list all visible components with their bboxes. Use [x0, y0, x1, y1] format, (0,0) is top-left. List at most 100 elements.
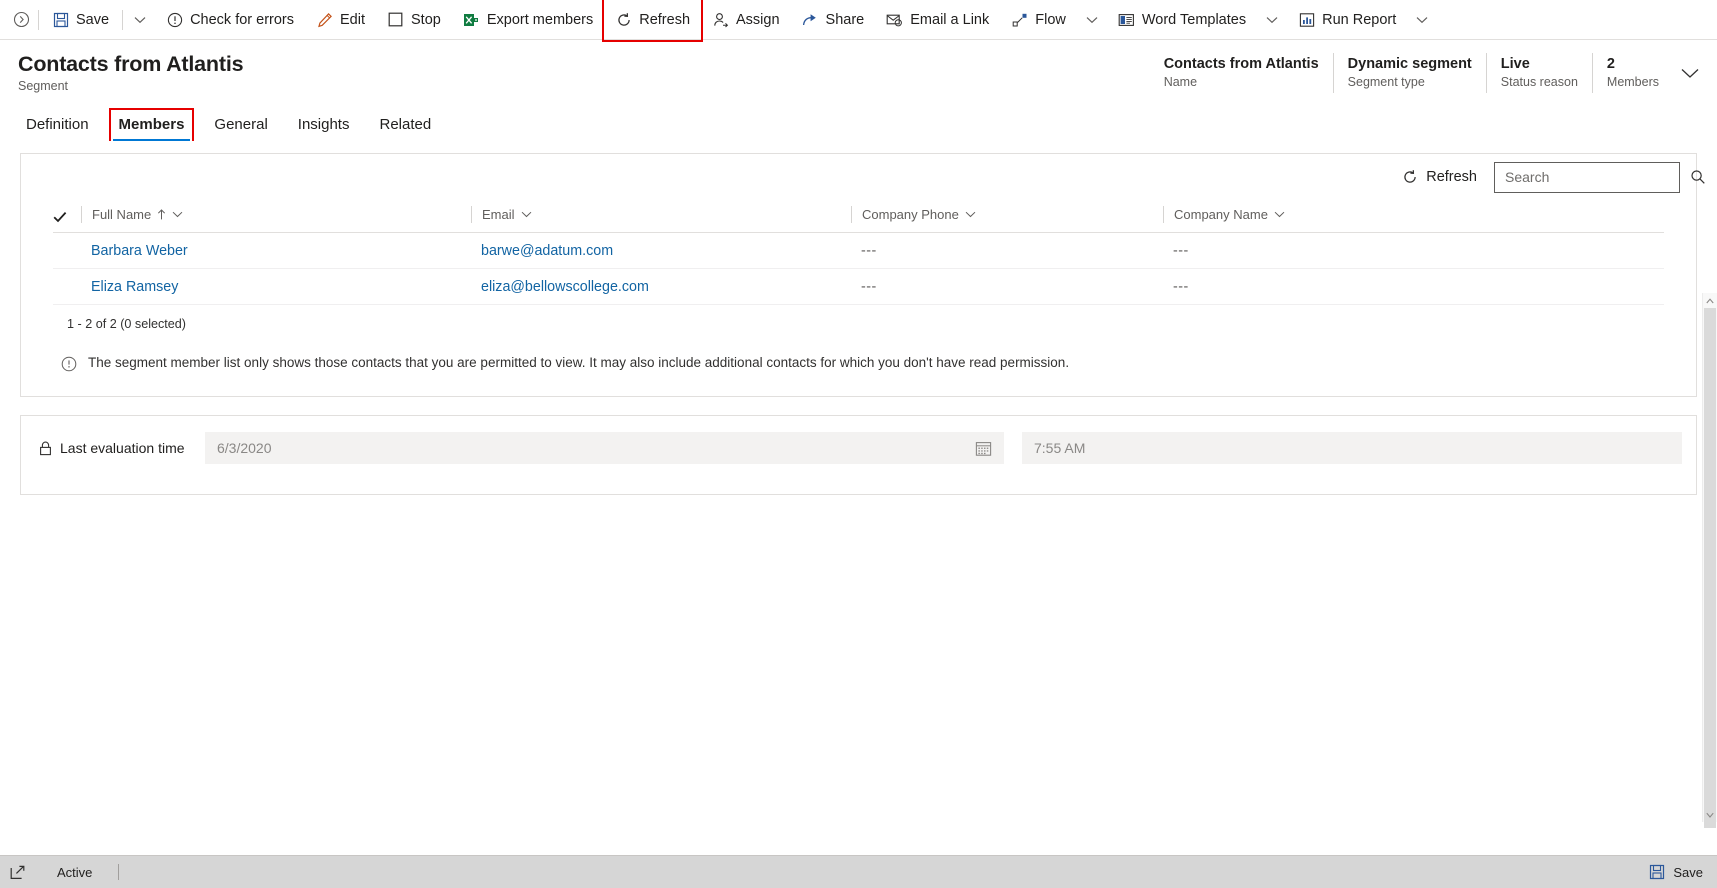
flow-chevron-down-icon[interactable]	[1077, 0, 1107, 40]
back-circle-icon[interactable]	[6, 0, 36, 40]
chevron-down-icon[interactable]	[172, 211, 183, 218]
tab-related[interactable]: Related	[371, 116, 439, 141]
email-link[interactable]: barwe@adatum.com	[471, 243, 613, 259]
tab-related-label: Related	[379, 116, 432, 133]
report-icon	[1298, 11, 1315, 28]
stop-label: Stop	[411, 11, 441, 28]
select-all-column[interactable]	[53, 200, 81, 233]
word-template-icon	[1118, 11, 1135, 28]
row-count-status: 1 - 2 of 2 (0 selected)	[67, 317, 187, 331]
pencil-icon	[316, 11, 333, 28]
page-subtitle: Segment	[18, 79, 69, 93]
email-a-link-button[interactable]: Email a Link	[875, 0, 1000, 40]
column-header-company-phone[interactable]: Company Phone	[851, 200, 1163, 233]
word-templates-label: Word Templates	[1141, 11, 1247, 28]
tab-insights-label: Insights	[297, 116, 350, 133]
tab-general-label: General	[214, 116, 268, 133]
popout-icon[interactable]	[10, 865, 27, 880]
share-icon	[802, 11, 819, 28]
scroll-up-arrow-icon[interactable]	[1703, 293, 1717, 308]
save-icon	[1649, 864, 1665, 880]
row-checkbox[interactable]	[53, 232, 81, 269]
last-evaluation-date-field[interactable]: 6/3/2020	[205, 432, 1004, 464]
excel-icon	[463, 11, 480, 28]
magnifier-icon[interactable]	[1690, 169, 1706, 185]
status-bar: Active Save	[0, 855, 1717, 888]
record-state: Active	[57, 864, 120, 880]
grid-refresh-label: Refresh	[1426, 169, 1477, 185]
search-box[interactable]	[1494, 161, 1705, 193]
status-bar-left: Active	[10, 864, 120, 880]
save-chevron-down-icon[interactable]	[125, 0, 155, 40]
scrollbar-thumb[interactable]	[1704, 308, 1716, 828]
page-title: Contacts from Atlantis	[18, 52, 244, 76]
grid-toolbar: Refresh	[21, 154, 1705, 200]
search-input[interactable]	[1505, 169, 1686, 185]
header-field-status-reason-label: Status reason	[1500, 75, 1578, 89]
header-field-segment-type: Dynamic segment Segment type	[1332, 53, 1486, 93]
record-state-label: Active	[57, 864, 93, 880]
flow-button[interactable]: Flow	[1000, 0, 1077, 40]
column-header-company-name-label: Company Name	[1174, 207, 1268, 222]
share-button[interactable]: Share	[791, 0, 876, 40]
stop-button[interactable]: Stop	[376, 0, 452, 40]
save-button[interactable]: Save	[41, 0, 120, 40]
email-link[interactable]: eliza@bellowscollege.com	[471, 279, 649, 295]
tab-definition-label: Definition	[26, 116, 89, 133]
grid-refresh-button[interactable]: Refresh	[1393, 164, 1486, 190]
header-field-members: 2 Members	[1591, 53, 1673, 93]
column-header-company-phone-label: Company Phone	[862, 207, 959, 222]
table-row[interactable]: Eliza Ramsey eliza@bellowscollege.com --…	[53, 268, 1664, 305]
row-checkbox[interactable]	[53, 268, 81, 305]
checkmark-icon[interactable]	[53, 211, 81, 223]
header-expand-button[interactable]	[1673, 53, 1707, 93]
chevron-down-icon[interactable]	[521, 211, 532, 218]
record-title-block: Contacts from Atlantis Segment	[0, 50, 244, 93]
table-header: Full Name Email Company Phone Company Na…	[53, 200, 1664, 233]
last-evaluation-time-field[interactable]: 7:55 AM	[1022, 432, 1682, 464]
status-save-button[interactable]: Save	[1649, 864, 1703, 880]
scroll-down-arrow-icon[interactable]	[1703, 807, 1717, 822]
lock-icon	[39, 441, 52, 456]
tab-insights[interactable]: Insights	[290, 116, 358, 141]
column-header-full-name[interactable]: Full Name	[81, 200, 471, 233]
arrow-up-icon	[157, 209, 166, 220]
check-for-errors-button[interactable]: Check for errors	[155, 0, 305, 40]
contact-link[interactable]: Barbara Weber	[81, 243, 188, 259]
table-body: Barbara Weber barwe@adatum.com --- --- E…	[53, 232, 1664, 305]
cell-full-name[interactable]: Barbara Weber	[81, 232, 471, 269]
command-separator	[38, 9, 39, 30]
tab-general[interactable]: General	[206, 116, 275, 141]
column-header-email[interactable]: Email	[471, 200, 851, 233]
column-header-company-name[interactable]: Company Name	[1163, 200, 1664, 233]
status-save-label: Save	[1673, 864, 1703, 880]
table-row[interactable]: Barbara Weber barwe@adatum.com --- ---	[53, 232, 1664, 269]
run-report-button[interactable]: Run Report	[1287, 0, 1407, 40]
cell-email[interactable]: barwe@adatum.com	[471, 232, 851, 269]
word-templates-button[interactable]: Word Templates	[1107, 0, 1257, 40]
tab-definition[interactable]: Definition	[18, 116, 97, 141]
header-field-name-label: Name	[1163, 75, 1198, 89]
chevron-down-icon[interactable]	[965, 211, 976, 218]
assign-button[interactable]: Assign	[701, 0, 791, 40]
header-summary: Contacts from Atlantis Name Dynamic segm…	[1150, 53, 1717, 93]
square-icon	[387, 11, 404, 28]
permission-notice: The segment member list only shows those…	[21, 331, 1696, 396]
word-templates-chevron-down-icon[interactable]	[1257, 0, 1287, 40]
cell-company-name: ---	[1163, 232, 1664, 269]
tab-members-label: Members	[118, 116, 185, 133]
export-members-button[interactable]: Export members	[452, 0, 604, 40]
vertical-scrollbar[interactable]	[1702, 293, 1717, 828]
assign-label: Assign	[736, 11, 780, 28]
tab-members[interactable]: Members	[108, 108, 195, 143]
calendar-icon[interactable]	[975, 440, 992, 457]
cell-email[interactable]: eliza@bellowscollege.com	[471, 268, 851, 305]
command-bar: Save Check for errors Edit Stop Export m…	[0, 0, 1717, 42]
refresh-button[interactable]: Refresh	[602, 0, 704, 42]
chevron-down-icon[interactable]	[1274, 211, 1285, 218]
contact-link[interactable]: Eliza Ramsey	[81, 279, 178, 295]
run-report-chevron-down-icon[interactable]	[1407, 0, 1437, 40]
cell-full-name[interactable]: Eliza Ramsey	[81, 268, 471, 305]
edit-button[interactable]: Edit	[305, 0, 376, 40]
table-header-row: Full Name Email Company Phone Company Na…	[53, 200, 1664, 233]
